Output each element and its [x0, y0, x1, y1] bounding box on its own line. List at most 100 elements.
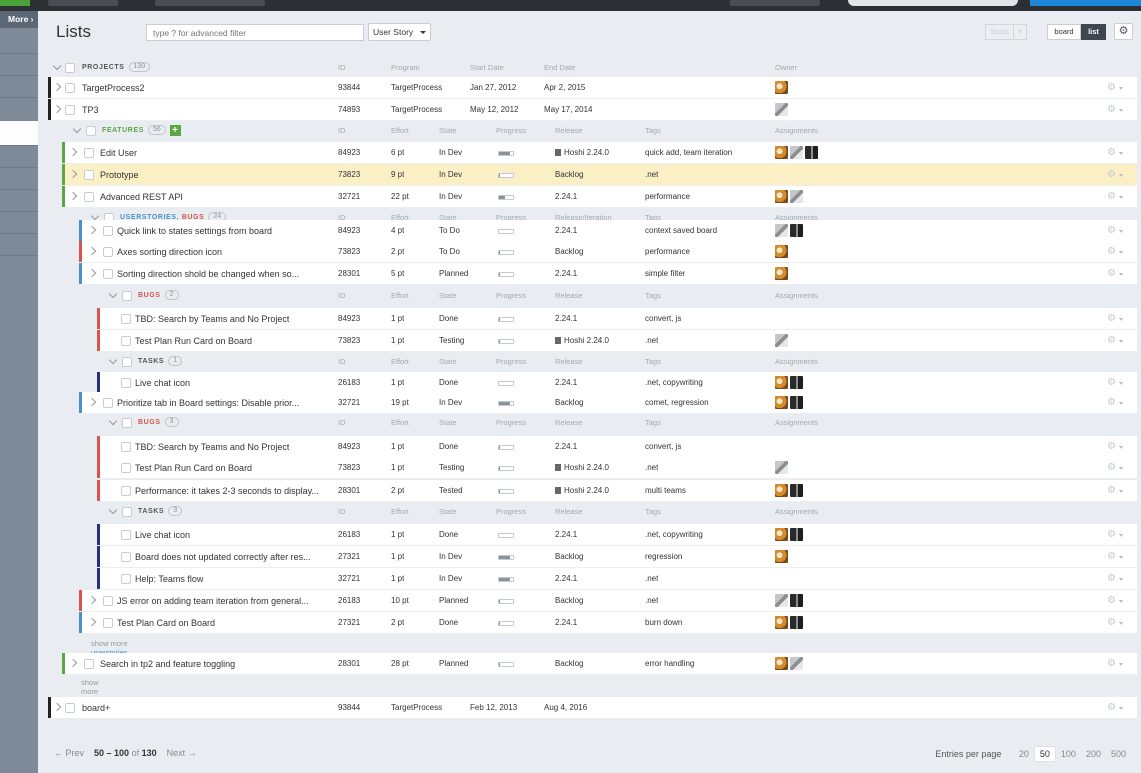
feature-row[interactable]: Edit User 84923 6 pt In Dev Hoshi 2.24.0 quic…	[62, 142, 1137, 164]
collapse-chevron-icon[interactable]	[108, 416, 118, 426]
row-checkbox[interactable]	[103, 269, 113, 279]
bug-row[interactable]: Axes sorting direction icon 73823 2 pt To D…	[79, 241, 1137, 263]
row-gear-icon[interactable]: ⚙	[1107, 546, 1125, 568]
subtask-row[interactable]: Live chat icon 26183 1 pt Done 2.24.1 .net, c…	[97, 372, 1137, 394]
prev-page-link[interactable]: ← Prev	[54, 748, 84, 758]
row-checkbox[interactable]	[121, 530, 131, 540]
row-checkbox[interactable]	[65, 83, 75, 93]
avatar[interactable]	[805, 146, 818, 160]
avatar[interactable]	[790, 657, 803, 671]
sidebar-item[interactable]	[0, 53, 38, 75]
row-gear-icon[interactable]: ⚙	[1107, 241, 1125, 263]
avatar[interactable]	[775, 594, 788, 608]
sidebar-item[interactable]	[0, 75, 38, 97]
row-checkbox[interactable]	[121, 486, 131, 496]
row-gear-icon[interactable]: ⚙	[1107, 524, 1125, 546]
story-row[interactable]: Sorting direction shold be changed when …	[79, 263, 1137, 285]
avatar[interactable]	[775, 146, 788, 160]
row-gear-icon[interactable]: ⚙	[1107, 697, 1125, 719]
top-menu-item[interactable]	[155, 0, 265, 6]
group-select-checkbox[interactable]	[122, 418, 132, 428]
logo[interactable]	[0, 0, 30, 6]
row-checkbox[interactable]	[103, 596, 113, 606]
select-all-checkbox[interactable]	[65, 63, 75, 73]
expand-chevron-icon[interactable]	[68, 658, 78, 668]
avatar[interactable]	[790, 146, 803, 160]
subbug-row[interactable]: Test Plan Run Card on Board 73823 1 pt Test…	[97, 330, 1137, 352]
row-gear-icon[interactable]: ⚙	[1107, 392, 1125, 414]
row-checkbox[interactable]	[103, 398, 113, 408]
entries-option-500[interactable]: 500	[1106, 747, 1131, 761]
expand-chevron-icon[interactable]	[68, 169, 78, 179]
more-button[interactable]: More ›	[0, 11, 38, 28]
row-checkbox[interactable]	[65, 105, 75, 115]
row-gear-icon[interactable]: ⚙	[1107, 653, 1125, 675]
collapse-chevron-icon[interactable]	[108, 355, 118, 365]
row-checkbox[interactable]	[121, 463, 131, 473]
collapse-chevron-icon[interactable]	[52, 61, 62, 71]
row-checkbox[interactable]	[84, 148, 94, 158]
top-action-button[interactable]	[1030, 0, 1141, 6]
row-gear-icon[interactable]: ⚙	[1107, 568, 1125, 590]
avatar[interactable]	[775, 461, 788, 475]
focus-button[interactable]: focus ×	[985, 24, 1027, 40]
expand-chevron-icon[interactable]	[52, 104, 62, 114]
expand-chevron-icon[interactable]	[52, 702, 62, 712]
avatar[interactable]	[790, 616, 803, 630]
row-checkbox[interactable]	[103, 226, 113, 236]
expand-chevron-icon[interactable]	[87, 595, 97, 605]
avatar[interactable]	[790, 594, 803, 608]
row-gear-icon[interactable]: ⚙	[1107, 330, 1125, 352]
sidebar-item[interactable]	[0, 97, 38, 121]
row-gear-icon[interactable]: ⚙	[1107, 308, 1125, 330]
feature-row[interactable]: Prototype 73823 9 pt In Dev Backlog .net ⚙	[62, 164, 1137, 186]
sidebar-item[interactable]	[0, 145, 38, 167]
row-checkbox[interactable]	[103, 618, 113, 628]
sidebar-item[interactable]	[0, 189, 38, 211]
group-select-checkbox[interactable]	[86, 126, 96, 136]
expand-chevron-icon[interactable]	[87, 617, 97, 627]
row-checkbox[interactable]	[121, 336, 131, 346]
row-checkbox[interactable]	[84, 659, 94, 669]
avatar[interactable]	[775, 376, 788, 390]
avatar[interactable]	[775, 245, 788, 259]
add-icon[interactable]: +	[169, 124, 181, 136]
group-select-checkbox[interactable]	[122, 291, 132, 301]
feature-row[interactable]: Advanced REST API 32721 22 pt In Dev 2.24.1 p…	[62, 186, 1137, 208]
top-user-info[interactable]	[730, 0, 820, 6]
avatar[interactable]	[790, 528, 803, 542]
collapse-chevron-icon[interactable]	[108, 505, 118, 515]
subbug-row[interactable]: Performance: it takes 2-3 seconds to dis…	[97, 480, 1137, 502]
subbug-row[interactable]: Test Plan Run Card on Board 73823 1 pt Test…	[97, 457, 1137, 479]
row-gear-icon[interactable]: ⚙	[1107, 457, 1125, 479]
avatar[interactable]	[775, 190, 788, 204]
subtask-row[interactable]: Live chat icon 26183 1 pt Done 2.24.1 .net, c…	[97, 524, 1137, 546]
subbug-row[interactable]: TBD: Search by Teams and No Project 84923…	[97, 308, 1137, 330]
group-select-checkbox[interactable]	[122, 357, 132, 367]
project-row[interactable]: TargetProcess2 93844 TargetProcess Jan 27, …	[48, 77, 1137, 99]
list-view-button[interactable]: list	[1081, 24, 1106, 40]
entries-option-200[interactable]: 200	[1081, 747, 1106, 761]
board-view-button[interactable]: board	[1047, 24, 1081, 40]
avatar[interactable]	[790, 484, 803, 498]
story-row[interactable]: Quick link to states settings from board…	[79, 220, 1137, 242]
bug-row[interactable]: JS error on adding team iteration from g…	[79, 590, 1137, 612]
row-gear-icon[interactable]: ⚙	[1107, 77, 1125, 99]
entries-option-50[interactable]: 50	[1033, 746, 1056, 762]
global-search-input[interactable]	[848, 0, 1018, 6]
top-menu-item[interactable]	[48, 0, 118, 6]
row-gear-icon[interactable]: ⚙	[1107, 186, 1125, 208]
row-checkbox[interactable]	[65, 703, 75, 713]
subbug-row[interactable]: TBD: Search by Teams and No Project 84923…	[97, 436, 1137, 458]
collapse-chevron-icon[interactable]	[72, 124, 82, 134]
avatar[interactable]	[775, 224, 788, 238]
filter-input[interactable]	[146, 24, 364, 41]
avatar[interactable]	[775, 334, 788, 348]
entity-type-select[interactable]: User Story	[368, 23, 431, 41]
row-checkbox[interactable]	[121, 442, 131, 452]
row-gear-icon[interactable]: ⚙	[1107, 99, 1125, 121]
entries-option-20[interactable]: 20	[1014, 747, 1034, 761]
avatar[interactable]	[775, 396, 788, 410]
avatar[interactable]	[775, 81, 788, 95]
row-gear-icon[interactable]: ⚙	[1107, 372, 1125, 394]
